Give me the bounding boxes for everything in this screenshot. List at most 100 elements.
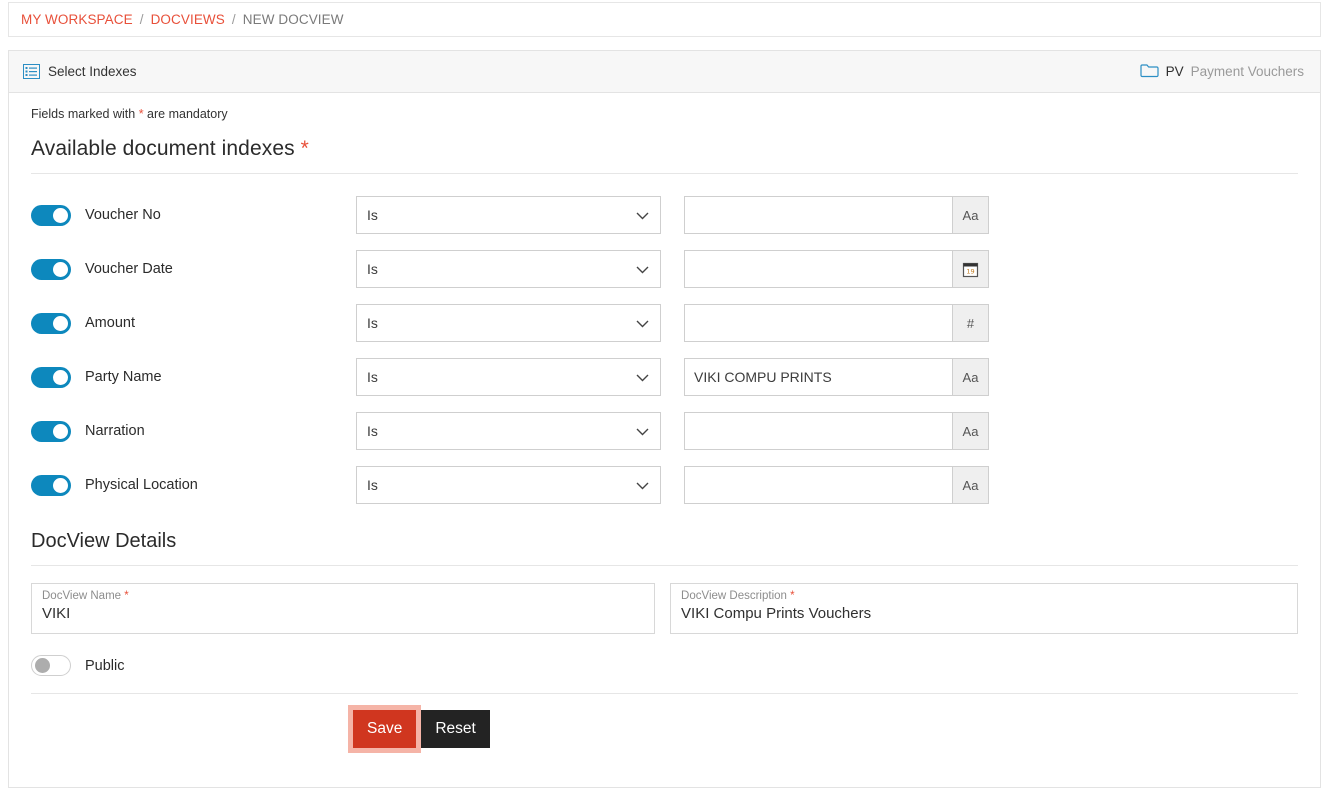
operator-select-voucher-date[interactable]: Is xyxy=(356,250,661,288)
chevron-down-icon xyxy=(636,423,649,439)
operator-select-narration[interactable]: Is xyxy=(356,412,661,450)
list-icon xyxy=(23,64,40,79)
index-label-voucher-no: Voucher No xyxy=(85,207,161,223)
folder-code-label: PV xyxy=(1166,64,1184,79)
mandatory-note-suffix: are mandatory xyxy=(144,107,228,121)
docview-name-input[interactable] xyxy=(42,605,644,622)
docview-name-label: DocView Name * xyxy=(42,590,644,603)
toggle-voucher-date[interactable] xyxy=(31,259,71,280)
table-row: Narration Is Aa xyxy=(31,404,1298,458)
select-indexes-card: Select Indexes PV Payment Vouchers Field… xyxy=(8,50,1321,788)
value-input-group-narration: Aa xyxy=(684,412,989,450)
folder-name-label: Payment Vouchers xyxy=(1191,64,1304,79)
value-input-narration[interactable] xyxy=(685,413,952,449)
toggle-voucher-no[interactable] xyxy=(31,205,71,226)
docview-details-fields: DocView Name * DocView Description * xyxy=(31,583,1298,634)
card-header-title: Select Indexes xyxy=(48,64,137,79)
operator-select-value: Is xyxy=(367,315,378,331)
breadcrumb-separator: / xyxy=(140,12,144,27)
index-toggle-group-physical-location: Physical Location xyxy=(31,475,356,496)
card-body: Fields marked with * are mandatory Avail… xyxy=(9,93,1320,748)
docview-details-title: DocView Details xyxy=(31,530,1298,553)
chevron-down-icon xyxy=(636,369,649,385)
value-input-group-amount: # xyxy=(684,304,989,342)
value-input-group-party-name: Aa xyxy=(684,358,989,396)
breadcrumb: MY WORKSPACE / DOCVIEWS / NEW DOCVIEW xyxy=(8,2,1321,37)
toggle-public[interactable] xyxy=(31,655,71,676)
toggle-party-name[interactable] xyxy=(31,367,71,388)
number-type-icon: # xyxy=(952,305,988,341)
card-header-left: Select Indexes xyxy=(23,64,137,79)
action-buttons: Save Reset xyxy=(31,710,1298,748)
value-input-group-voucher-no: Aa xyxy=(684,196,989,234)
text-type-icon: Aa xyxy=(952,197,988,233)
public-label: Public xyxy=(85,658,125,674)
breadcrumb-item-docviews[interactable]: DOCVIEWS xyxy=(151,12,225,27)
save-button[interactable]: Save xyxy=(353,710,416,748)
chevron-down-icon xyxy=(636,477,649,493)
operator-select-voucher-no[interactable]: Is xyxy=(356,196,661,234)
index-label-narration: Narration xyxy=(85,423,145,439)
index-rows: Voucher No Is Aa Voucher Dat xyxy=(31,188,1298,512)
docview-name-label-star: * xyxy=(124,590,128,602)
card-header: Select Indexes PV Payment Vouchers xyxy=(9,51,1320,93)
chevron-down-icon xyxy=(636,261,649,277)
toggle-narration[interactable] xyxy=(31,421,71,442)
toggle-knob xyxy=(53,478,68,493)
toggle-knob xyxy=(53,424,68,439)
docview-description-input[interactable] xyxy=(681,605,1287,622)
index-toggle-group-voucher-no: Voucher No xyxy=(31,205,356,226)
page-title: Available document indexes * xyxy=(31,137,1298,161)
operator-select-value: Is xyxy=(367,477,378,493)
toggle-physical-location[interactable] xyxy=(31,475,71,496)
folder-icon xyxy=(1140,63,1159,81)
index-toggle-group-amount: Amount xyxy=(31,313,356,334)
text-type-icon: Aa xyxy=(952,467,988,503)
section-title-text: Available document indexes xyxy=(31,137,295,160)
value-input-party-name[interactable] xyxy=(685,359,952,395)
index-toggle-group-narration: Narration xyxy=(31,421,356,442)
chevron-down-icon xyxy=(636,207,649,223)
toggle-knob xyxy=(35,658,50,673)
table-row: Voucher Date Is 19 xyxy=(31,242,1298,296)
section-divider xyxy=(31,173,1298,174)
docview-description-label-star: * xyxy=(790,590,794,602)
table-row: Voucher No Is Aa xyxy=(31,188,1298,242)
reset-button[interactable]: Reset xyxy=(421,710,490,748)
public-toggle-group: Public xyxy=(31,655,1298,676)
toggle-knob xyxy=(53,370,68,385)
toggle-knob xyxy=(53,316,68,331)
table-row: Amount Is # xyxy=(31,296,1298,350)
index-label-party-name: Party Name xyxy=(85,369,162,385)
toggle-knob xyxy=(53,262,68,277)
calendar-icon[interactable]: 19 xyxy=(952,251,988,287)
toggle-knob xyxy=(53,208,68,223)
value-input-voucher-no[interactable] xyxy=(685,197,952,233)
operator-select-value: Is xyxy=(367,423,378,439)
value-input-voucher-date[interactable] xyxy=(685,251,952,287)
svg-text:19: 19 xyxy=(966,267,974,275)
section-title-star: * xyxy=(301,137,309,160)
value-input-physical-location[interactable] xyxy=(685,467,952,503)
selected-folder[interactable]: PV Payment Vouchers xyxy=(1140,51,1304,92)
docview-description-label-text: DocView Description xyxy=(681,590,787,602)
breadcrumb-item-my-workspace[interactable]: MY WORKSPACE xyxy=(21,12,133,27)
value-input-group-physical-location: Aa xyxy=(684,466,989,504)
index-label-amount: Amount xyxy=(85,315,135,331)
breadcrumb-item-new-docview: NEW DOCVIEW xyxy=(243,12,344,27)
operator-select-party-name[interactable]: Is xyxy=(356,358,661,396)
toggle-amount[interactable] xyxy=(31,313,71,334)
docview-description-label: DocView Description * xyxy=(681,590,1287,603)
text-type-icon: Aa xyxy=(952,413,988,449)
docview-name-field[interactable]: DocView Name * xyxy=(31,583,655,634)
value-input-amount[interactable] xyxy=(685,305,952,341)
text-type-icon: Aa xyxy=(952,359,988,395)
operator-select-amount[interactable]: Is xyxy=(356,304,661,342)
operator-select-physical-location[interactable]: Is xyxy=(356,466,661,504)
index-label-voucher-date: Voucher Date xyxy=(85,261,173,277)
table-row: Party Name Is Aa xyxy=(31,350,1298,404)
docview-description-field[interactable]: DocView Description * xyxy=(670,583,1298,634)
value-input-group-voucher-date: 19 xyxy=(684,250,989,288)
operator-select-value: Is xyxy=(367,369,378,385)
mandatory-note-prefix: Fields marked with xyxy=(31,107,139,121)
